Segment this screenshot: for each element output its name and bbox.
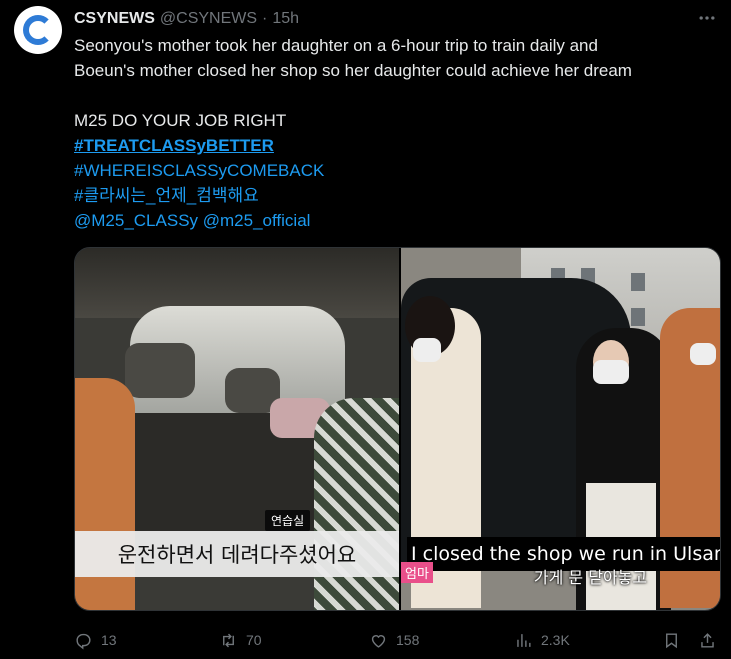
reply-button[interactable]: 13: [74, 627, 117, 653]
reply-count: 13: [101, 632, 117, 648]
mention-link[interactable]: @m25_official: [203, 211, 311, 230]
repost-icon: [223, 633, 234, 647]
bookmark-button[interactable]: [662, 627, 681, 653]
views-button[interactable]: 2.3K: [514, 627, 570, 653]
tweet-time[interactable]: 15h: [272, 10, 299, 28]
media-grid: 연습실 운전하면서 데려다주셨어요 I closed the shop we r…: [74, 247, 721, 611]
heart-icon: [371, 634, 386, 648]
bookmark-icon: [666, 632, 677, 648]
mention-link[interactable]: @M25_CLASSy: [74, 211, 198, 230]
face-mask: [690, 343, 716, 365]
share-button[interactable]: [698, 627, 717, 653]
analytics-icon: [517, 633, 531, 647]
hashtag-link[interactable]: #TREATCLASSyBETTER: [74, 136, 274, 155]
csynews-logo-icon: [23, 15, 53, 45]
user-handle[interactable]: @CSYNEWS: [160, 10, 257, 28]
separator-dot: ·: [262, 10, 268, 27]
room-label: 연습실: [265, 510, 311, 531]
person-figure: [314, 398, 399, 610]
tweet-text-line: Boeun's mother closed her shop so her da…: [74, 61, 632, 80]
building-window: [631, 273, 645, 291]
tweet-text: Seonyou's mother took her daughter on a …: [74, 33, 714, 233]
like-count: 158: [396, 632, 420, 648]
share-icon: [701, 632, 714, 648]
more-dots-icon: [699, 16, 715, 20]
view-count: 2.3K: [541, 632, 570, 648]
tweet[interactable]: CSYNEWS @CSYNEWS · 15h Seonyou's mother …: [0, 0, 731, 659]
media-image-left[interactable]: 연습실 운전하면서 데려다주셨어요: [75, 248, 399, 610]
like-button[interactable]: 158: [369, 627, 419, 653]
seat-headrest: [125, 343, 195, 398]
subtitle-korean: 가게 문 닫아놓고: [533, 568, 648, 587]
speaker-tag: 엄마: [401, 562, 433, 583]
media-image-right[interactable]: I closed the shop we run in Ulsan 엄마 가게 …: [401, 248, 720, 610]
repost-count: 70: [246, 632, 262, 648]
tweet-text-line: Seonyou's mother took her daughter on a …: [74, 36, 598, 55]
hashtag-link[interactable]: #WHEREISCLASSyCOMEBACK: [74, 161, 324, 180]
action-bar: 13 70 158 2.3K: [74, 627, 721, 653]
face-mask: [593, 360, 629, 384]
subtitle-korean: 운전하면서 데려다주셨어요: [75, 531, 399, 577]
tweet-text-line: M25 DO YOUR JOB RIGHT: [74, 111, 287, 130]
display-name[interactable]: CSYNEWS: [74, 10, 155, 28]
hashtag-link[interactable]: #클라씨는_언제_컴백해요: [74, 186, 259, 205]
building-window: [631, 308, 645, 326]
avatar[interactable]: [14, 6, 62, 54]
tweet-header: CSYNEWS @CSYNEWS · 15h: [74, 8, 299, 30]
repost-button[interactable]: 70: [219, 627, 262, 653]
more-options-button[interactable]: [695, 8, 719, 28]
face-mask: [413, 338, 441, 362]
reply-icon: [76, 633, 91, 650]
